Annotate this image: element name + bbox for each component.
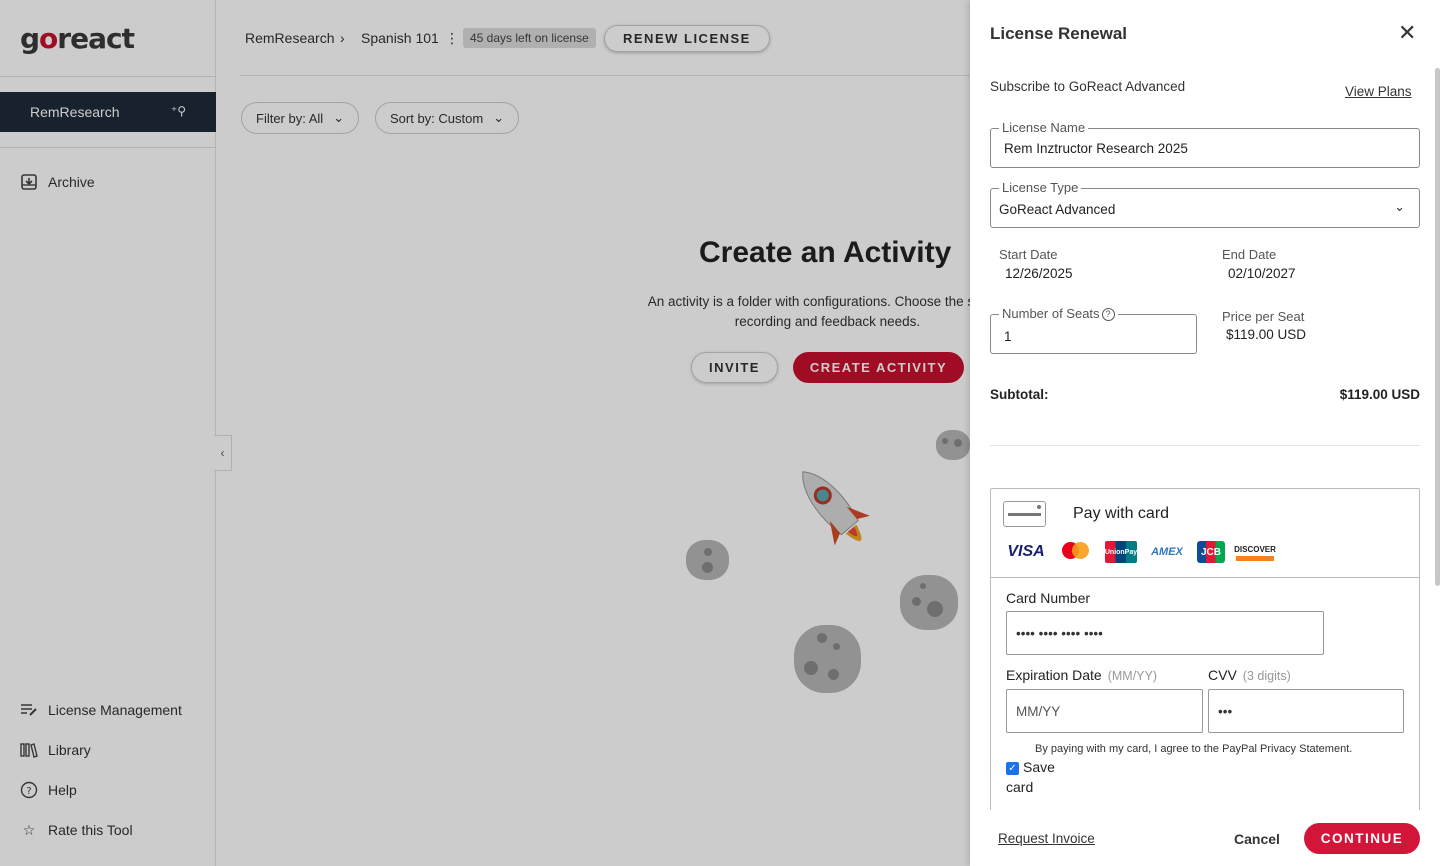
- card-number-label: Card Number: [1006, 590, 1091, 606]
- price-per-seat-value: $119.00 USD: [1226, 327, 1307, 342]
- subtotal-value: $119.00 USD: [1339, 387, 1420, 402]
- modal-backdrop[interactable]: [0, 0, 970, 866]
- subscribe-text: Subscribe to GoReact Advanced: [990, 79, 1186, 94]
- card-number-input[interactable]: •••• •••• •••• ••••: [1006, 611, 1324, 655]
- mastercard-logo-icon: [1056, 541, 1094, 563]
- save-card-checkbox[interactable]: ✓ Save card: [1006, 757, 1066, 797]
- end-date-label: End Date: [1222, 247, 1277, 262]
- continue-button[interactable]: CONTINUE: [1304, 823, 1420, 854]
- seats-value: 1: [1004, 329, 1012, 344]
- view-plans-link[interactable]: View Plans: [1345, 84, 1412, 99]
- unionpay-logo-icon: UnionPay: [1105, 541, 1137, 563]
- amex-logo-icon: AMEX: [1151, 546, 1183, 558]
- divider: [990, 445, 1420, 446]
- number-of-seats-input[interactable]: Number of Seats? 1: [990, 306, 1197, 354]
- cvv-input[interactable]: •••: [1208, 689, 1404, 733]
- start-date-label: Start Date: [999, 247, 1058, 262]
- pay-with-card-header[interactable]: Pay with card VISA UnionPay AMEX JCB DIS…: [991, 489, 1419, 578]
- price-per-seat-label: Price per Seat: [1222, 309, 1305, 324]
- drawer-footer: Request Invoice Cancel CONTINUE: [970, 810, 1447, 866]
- visa-logo-icon: VISA: [1007, 543, 1045, 560]
- help-circle-icon[interactable]: ?: [1101, 307, 1115, 321]
- card-brands: VISA UnionPay AMEX JCB DISCOVER: [1007, 541, 1276, 563]
- seats-label: Number of Seats?: [999, 306, 1118, 321]
- start-date-value: 12/26/2025: [1005, 266, 1073, 281]
- pay-with-card-title: Pay with card: [1073, 505, 1170, 522]
- license-type-label: License Type: [999, 180, 1082, 195]
- paypal-agreement-text: By paying with my card, I agree to the P…: [1035, 743, 1353, 755]
- cvv-label: CVV (3 digits): [1208, 667, 1291, 683]
- end-date-value: 02/10/2027: [1228, 266, 1296, 281]
- jcb-logo-icon: JCB: [1197, 541, 1225, 563]
- license-type-select[interactable]: License Type GoReact Advanced ⌄: [990, 180, 1420, 228]
- chevron-down-icon: ⌄: [1394, 199, 1405, 214]
- card-payment-form: Pay with card VISA UnionPay AMEX JCB DIS…: [990, 488, 1420, 818]
- license-name-label: License Name: [999, 120, 1089, 135]
- expiration-label: Expiration Date (MM/YY): [1006, 667, 1158, 683]
- close-icon[interactable]: ✕: [1398, 22, 1416, 44]
- discover-logo-icon: DISCOVER: [1234, 543, 1276, 561]
- license-name-input[interactable]: License Name Rem Inztructor Research 202…: [990, 120, 1420, 168]
- drawer-title: License Renewal: [990, 24, 1128, 43]
- scrollbar[interactable]: [1435, 68, 1440, 586]
- credit-card-icon: [1003, 501, 1046, 527]
- expiration-input[interactable]: MM/YY: [1006, 689, 1203, 733]
- license-renewal-drawer: License Renewal ✕ Subscribe to GoReact A…: [970, 0, 1447, 866]
- request-invoice-link[interactable]: Request Invoice: [998, 831, 1095, 846]
- subtotal-label: Subtotal:: [990, 387, 1049, 402]
- license-name-value: Rem Inztructor Research 2025: [1004, 141, 1188, 156]
- license-type-value: GoReact Advanced: [999, 202, 1116, 217]
- cancel-button[interactable]: Cancel: [1234, 831, 1280, 847]
- checkbox-checked-icon[interactable]: ✓: [1006, 762, 1019, 775]
